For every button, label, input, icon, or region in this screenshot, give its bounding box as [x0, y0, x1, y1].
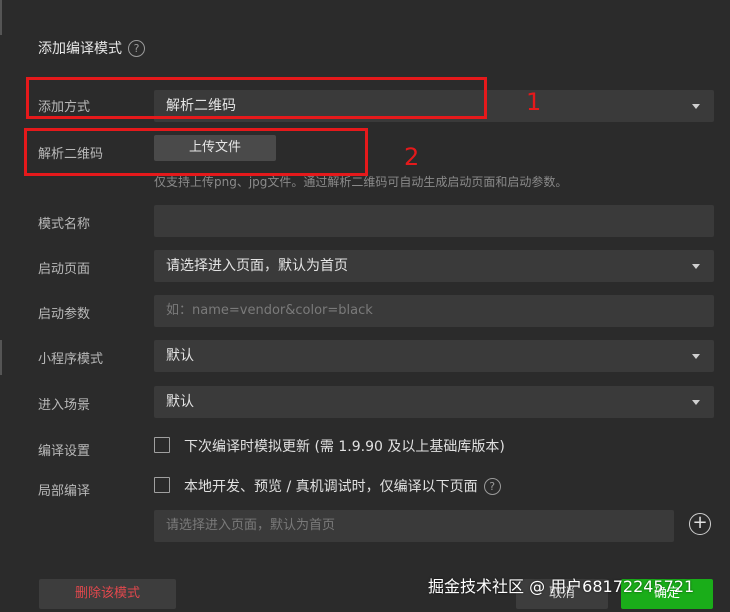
partial-compile-help-icon[interactable]: ? — [483, 477, 501, 495]
start-page-select[interactable]: 请选择进入页面，默认为首页 — [154, 250, 714, 282]
start-params-input[interactable]: 如：name=vendor&color=black — [154, 295, 714, 327]
left-edge-divider — [0, 340, 2, 375]
scene-label: 进入场景 — [38, 398, 91, 413]
annotation-box-1 — [26, 77, 487, 119]
annotation-box-2 — [24, 128, 368, 176]
watermark: 掘金技术社区 @ 用户68172245721 — [428, 577, 695, 596]
dialog-title: 添加编译模式 ? — [38, 38, 145, 58]
left-edge-divider — [0, 0, 2, 35]
miniprogram-mode-select[interactable]: 默认 — [154, 340, 714, 372]
partial-compile-label: 局部编译 — [38, 484, 91, 499]
partial-compile-page-select[interactable]: 请选择进入页面，默认为首页 — [154, 510, 674, 542]
add-page-icon[interactable]: + — [689, 513, 711, 535]
start-page-label: 启动页面 — [38, 262, 91, 277]
simulate-update-checkbox[interactable] — [154, 437, 170, 453]
annotation-number-1: 1 — [526, 88, 542, 116]
delete-mode-button[interactable]: 删除该模式 — [39, 579, 176, 609]
miniprogram-mode-label: 小程序模式 — [38, 352, 104, 367]
partial-compile-option: 本地开发、预览 / 真机调试时，仅编译以下页面 ? — [184, 476, 501, 496]
partial-compile-checkbox[interactable] — [154, 477, 170, 493]
dialog-title-text: 添加编译模式 — [38, 41, 122, 57]
compile-settings-label: 编译设置 — [38, 444, 91, 459]
help-icon[interactable]: ? — [128, 39, 145, 57]
annotation-number-2: 2 — [404, 143, 420, 171]
start-params-label: 启动参数 — [38, 307, 91, 322]
partial-compile-text: 本地开发、预览 / 真机调试时，仅编译以下页面 — [184, 479, 478, 495]
mode-name-label: 模式名称 — [38, 217, 91, 232]
scene-select[interactable]: 默认 — [154, 386, 714, 418]
mode-name-input[interactable] — [154, 205, 714, 237]
simulate-update-text: 下次编译时模拟更新 (需 1.9.90 及以上基础库版本) — [184, 439, 505, 455]
